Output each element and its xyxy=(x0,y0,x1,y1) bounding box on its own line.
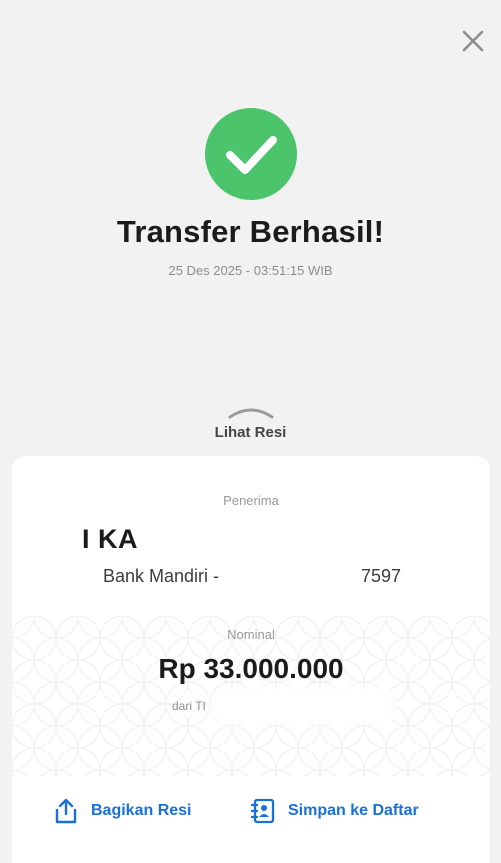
view-receipt-label: Lihat Resi xyxy=(214,424,287,441)
page-title: Transfer Berhasil! xyxy=(116,214,385,249)
share-receipt-button[interactable]: Bagikan Resi xyxy=(53,793,191,829)
account-number-suffix: 7597 xyxy=(361,566,402,586)
close-icon xyxy=(462,30,484,52)
transfer-timestamp: 25 Des 2025 - 03:51:15 WIB xyxy=(168,263,333,278)
nominal-label: Nominal xyxy=(227,627,275,642)
save-to-list-button[interactable]: Simpan ke Daftar xyxy=(250,793,419,829)
checkmark-circle-icon xyxy=(205,108,297,200)
transfer-amount: Rp 33.000.000 xyxy=(158,653,344,684)
recipient-bank: Bank Mandiri - xyxy=(103,566,220,586)
receipt-card: Penerima I KA Bank Mandiri - 7597 Nomina… xyxy=(12,456,490,863)
contact-book-icon xyxy=(250,798,275,824)
recipient-label: Penerima xyxy=(223,493,279,508)
close-button[interactable] xyxy=(459,27,487,55)
chevron-up-icon xyxy=(228,408,273,419)
redaction-mask xyxy=(248,564,358,590)
redaction-mask xyxy=(152,522,432,560)
save-to-list-label: Simpan ke Daftar xyxy=(288,802,419,819)
share-receipt-label: Bagikan Resi xyxy=(91,802,192,819)
source-account: dari TI xyxy=(172,699,206,713)
share-icon xyxy=(55,798,77,824)
view-receipt-toggle[interactable]: Lihat Resi xyxy=(0,405,501,441)
redaction-mask xyxy=(217,695,387,717)
recipient-name: I KA xyxy=(82,524,138,554)
